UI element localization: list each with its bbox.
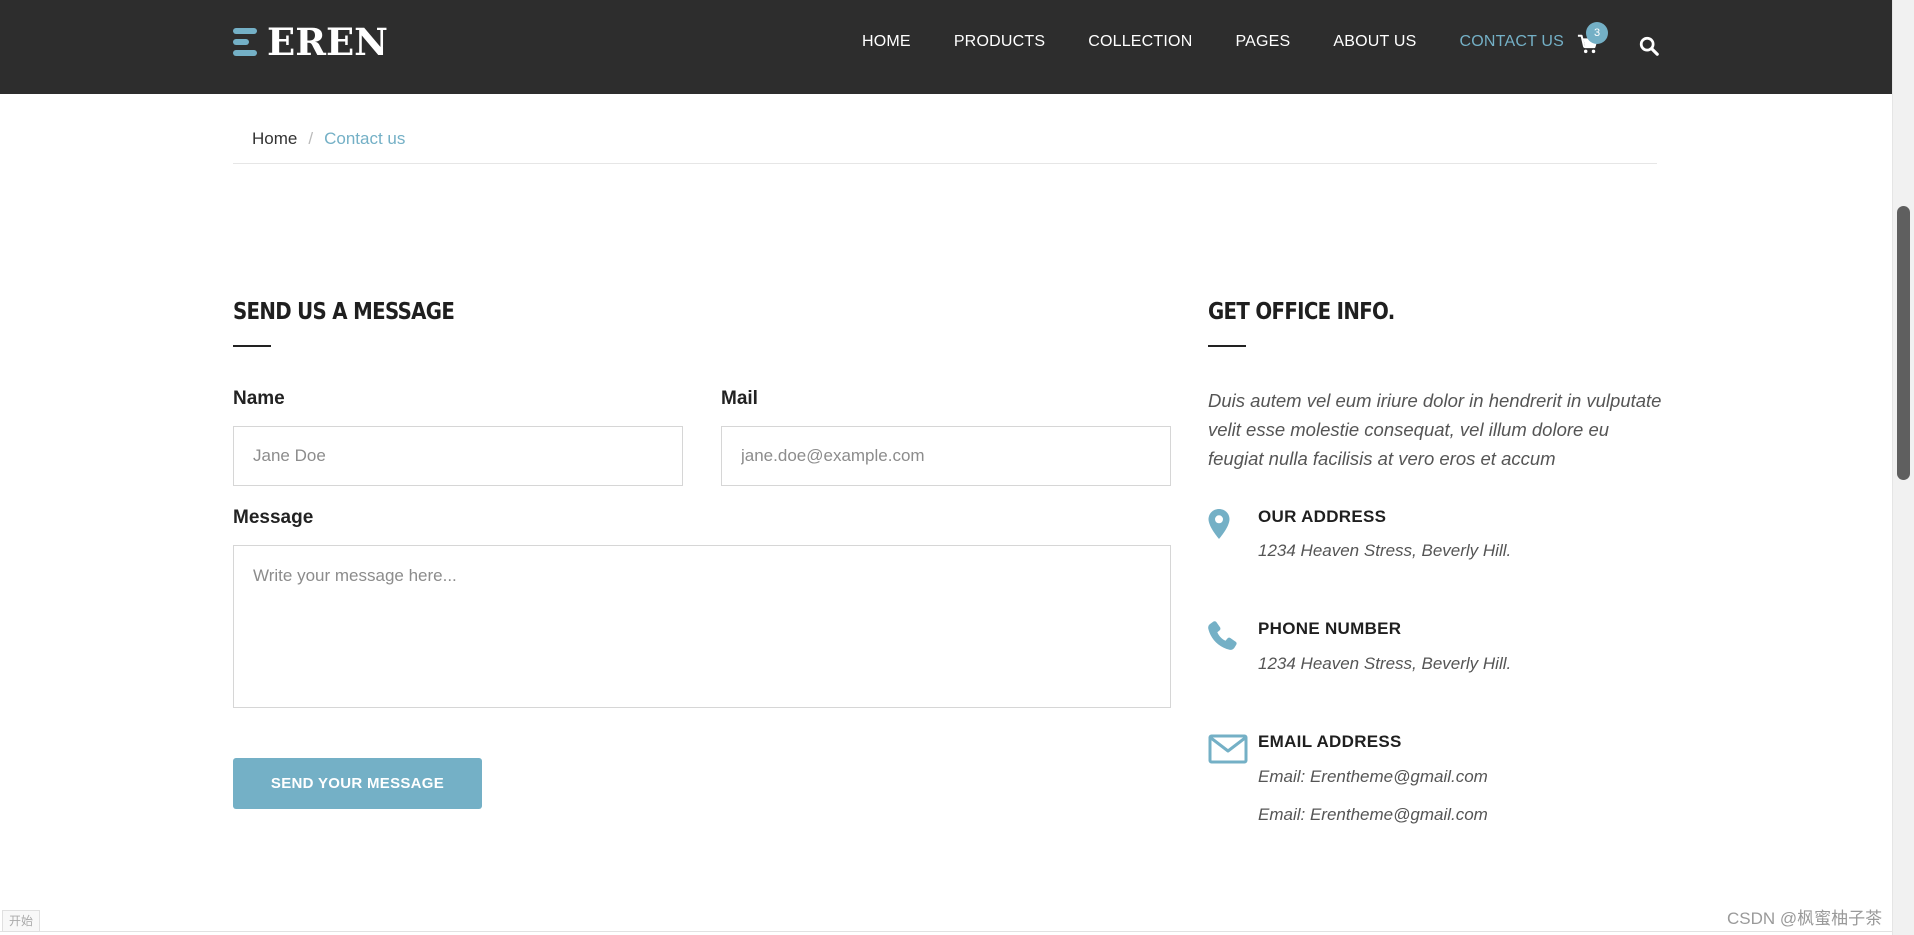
cart-count-badge: 3 <box>1586 22 1608 44</box>
email-heading: EMAIL ADDRESS <box>1258 732 1402 751</box>
contact-page: EREN HOME PRODUCTS COLLECTION PAGES ABOU… <box>0 0 1914 935</box>
mail-label: Mail <box>721 388 758 409</box>
address-heading: OUR ADDRESS <box>1258 507 1387 526</box>
envelope-icon <box>1208 734 1248 764</box>
site-header: EREN HOME PRODUCTS COLLECTION PAGES ABOU… <box>0 0 1892 94</box>
scrollbar-thumb[interactable] <box>1897 206 1910 480</box>
watermark-text: CSDN @枫蜜柚子茶 <box>1727 909 1883 928</box>
nav-item-pages[interactable]: PAGES <box>1235 32 1290 52</box>
email-line-2: Email: Erentheme@gmail.com <box>1258 805 1488 824</box>
send-message-button[interactable]: SEND YOUR MESSAGE <box>233 758 482 809</box>
nav-item-about-us[interactable]: ABOUT US <box>1333 32 1416 52</box>
phone-icon <box>1208 621 1237 650</box>
main-nav: HOME PRODUCTS COLLECTION PAGES ABOUT US … <box>862 32 1564 52</box>
map-pin-icon <box>1208 509 1230 539</box>
office-title-rule <box>1208 345 1246 347</box>
form-title: SEND US A MESSAGE <box>233 299 455 325</box>
phone-heading: PHONE NUMBER <box>1258 619 1402 638</box>
message-label: Message <box>233 507 314 528</box>
message-textarea[interactable] <box>233 545 1171 708</box>
office-intro-text: Duis autem vel eum iriure dolor in hendr… <box>1208 390 1662 469</box>
nav-item-collection[interactable]: COLLECTION <box>1088 32 1192 52</box>
address-line: 1234 Heaven Stress, Beverly Hill. <box>1258 541 1512 560</box>
breadcrumb-current: Contact us <box>324 129 406 148</box>
corner-tab[interactable]: 开始 <box>2 910 41 932</box>
site-logo[interactable]: EREN <box>233 22 388 62</box>
breadcrumb: Home / Contact us <box>233 126 1657 164</box>
mail-input[interactable] <box>721 426 1171 486</box>
form-title-rule <box>233 345 271 347</box>
breadcrumb-separator: / <box>308 129 314 148</box>
page-bottom-border <box>0 931 1892 932</box>
office-info-title: GET OFFICE INFO. <box>1208 299 1395 325</box>
nav-item-home[interactable]: HOME <box>862 32 911 52</box>
nav-item-contact-us[interactable]: CONTACT US <box>1460 32 1565 52</box>
breadcrumb-home-link[interactable]: Home <box>252 126 297 152</box>
vertical-scrollbar[interactable] <box>1892 0 1914 935</box>
nav-item-products[interactable]: PRODUCTS <box>954 32 1045 52</box>
search-icon[interactable] <box>1638 35 1660 57</box>
logo-text: EREN <box>267 20 388 64</box>
name-label: Name <box>233 388 285 409</box>
email-line-1: Email: Erentheme@gmail.com <box>1258 767 1488 786</box>
name-input[interactable] <box>233 426 683 486</box>
phone-line: 1234 Heaven Stress, Beverly Hill. <box>1258 654 1512 673</box>
logo-mark-icon <box>233 26 259 58</box>
